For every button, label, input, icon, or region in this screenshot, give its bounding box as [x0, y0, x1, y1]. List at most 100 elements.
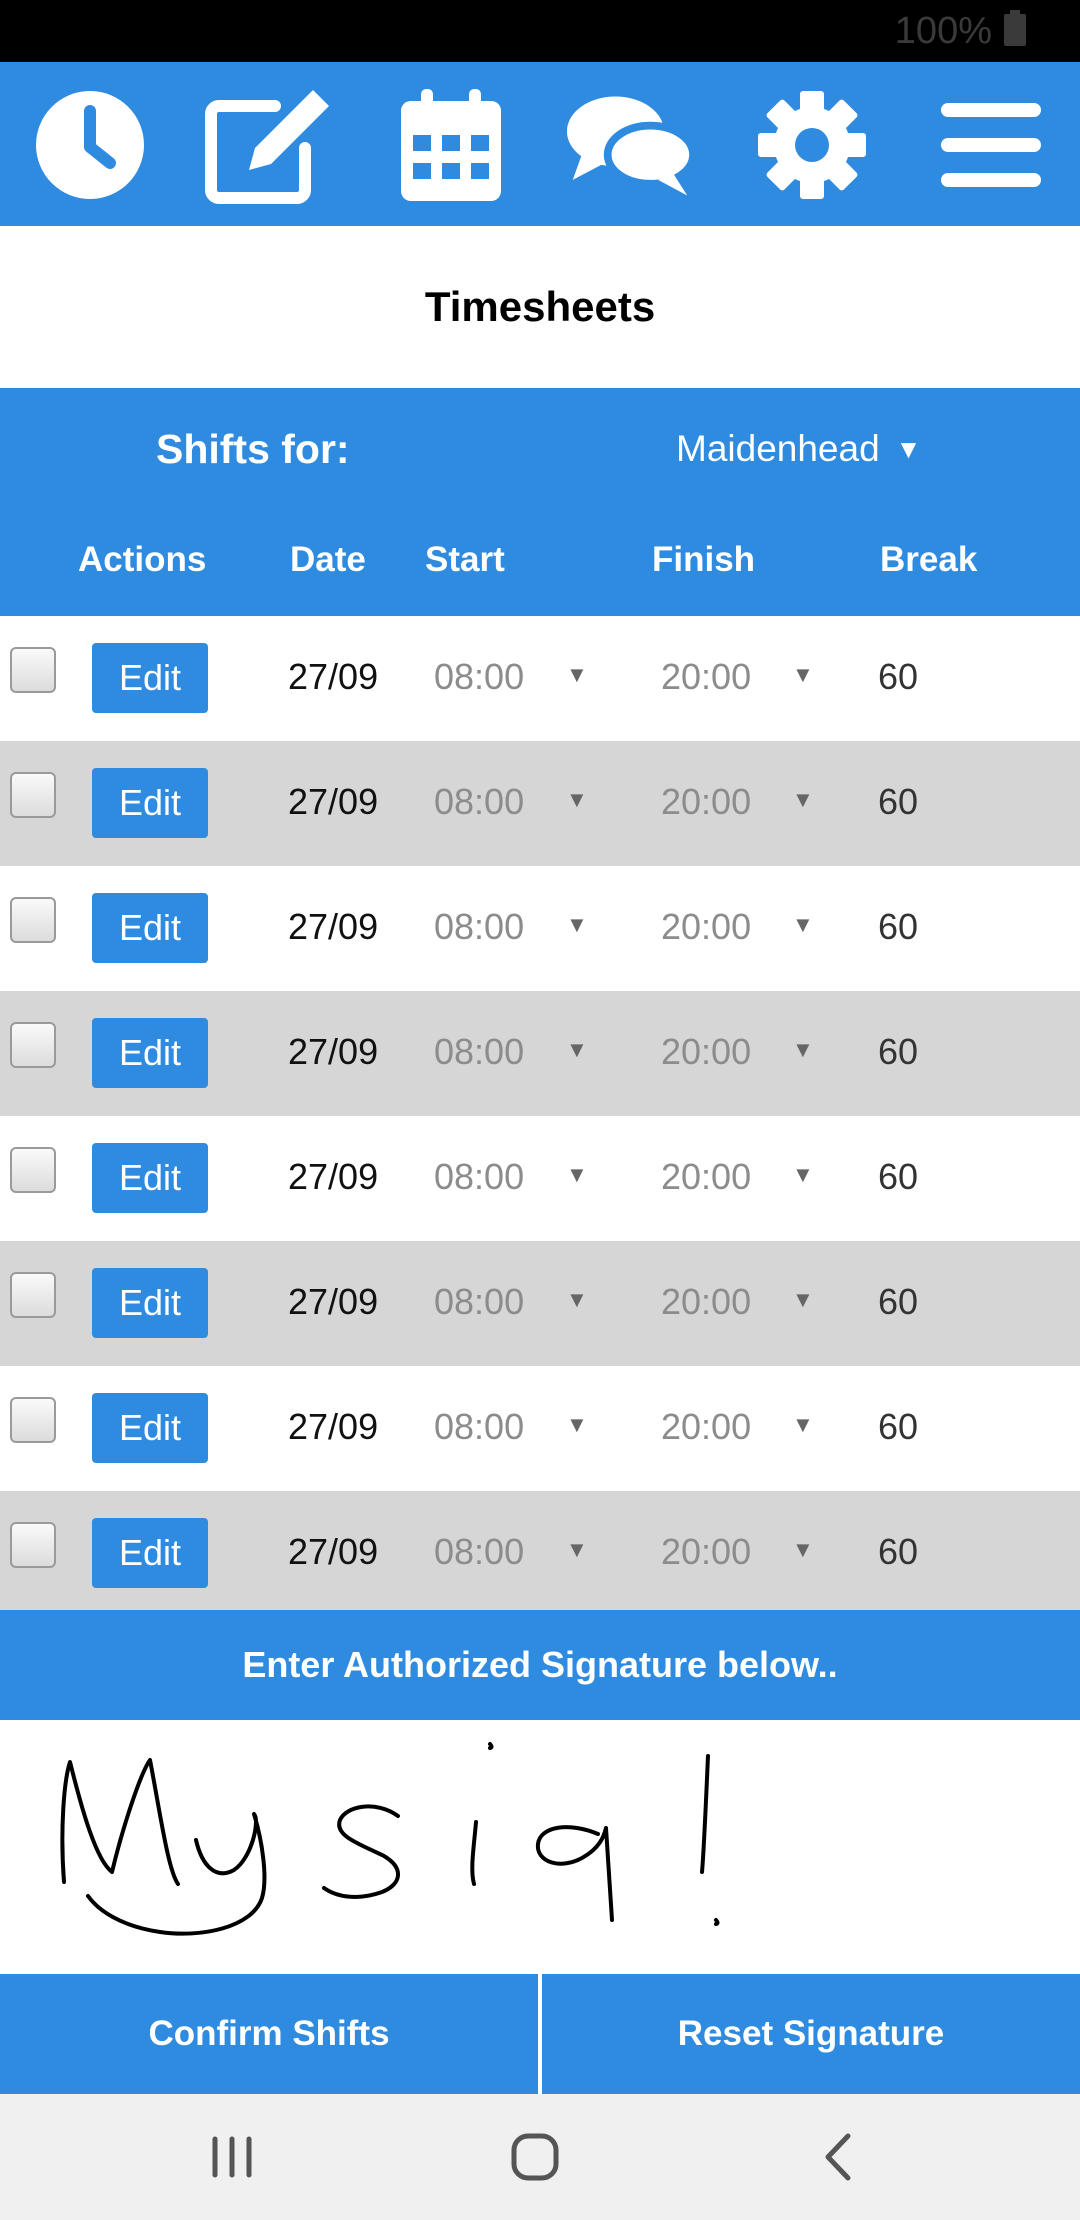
chevron-down-icon[interactable]: ▼ [566, 912, 588, 938]
menu-icon[interactable] [926, 80, 1056, 210]
edit-button[interactable]: Edit [92, 768, 208, 838]
page-title: Timesheets [424, 283, 656, 330]
start-time-select[interactable]: 08:00 [434, 1406, 524, 1448]
chevron-down-icon[interactable]: ▼ [566, 1412, 588, 1438]
shift-date: 27/09 [288, 906, 379, 947]
edit-button[interactable]: Edit [92, 1018, 208, 1088]
edit-button[interactable]: Edit [92, 1393, 208, 1463]
edit-button[interactable]: Edit [92, 1268, 208, 1338]
chevron-down-icon[interactable]: ▼ [792, 912, 814, 938]
signature-pad[interactable] [0, 1720, 1080, 1974]
home-icon[interactable] [495, 2124, 575, 2190]
edit-note-icon[interactable] [205, 80, 335, 210]
table-row: Edit 27/09 08:00 ▼ 20:00 ▼ 60 [0, 1116, 1080, 1241]
row-checkbox[interactable] [10, 1147, 56, 1193]
chevron-down-icon[interactable]: ▼ [792, 1162, 814, 1188]
break-minutes: 60 [878, 656, 919, 697]
edit-button[interactable]: Edit [92, 1518, 208, 1588]
back-icon[interactable] [798, 2124, 878, 2190]
edit-button[interactable]: Edit [92, 1143, 208, 1213]
edit-button[interactable]: Edit [92, 643, 208, 713]
row-checkbox[interactable] [10, 1272, 56, 1318]
location-select[interactable]: Maidenhead ▼ [676, 428, 921, 470]
recent-apps-icon[interactable] [192, 2124, 272, 2190]
row-checkbox[interactable] [10, 1522, 56, 1568]
clock-icon[interactable] [25, 80, 155, 210]
calendar-icon[interactable] [386, 80, 516, 210]
chevron-down-icon[interactable]: ▼ [792, 1537, 814, 1563]
start-time-select[interactable]: 08:00 [434, 1281, 524, 1323]
shift-date: 27/09 [288, 1531, 379, 1572]
finish-time-select[interactable]: 20:00 [661, 1031, 751, 1073]
chevron-down-icon[interactable]: ▼ [566, 1537, 588, 1563]
shifts-table: Edit 27/09 08:00 ▼ 20:00 ▼ 60 Edit 27/09… [0, 616, 1080, 1616]
chevron-down-icon[interactable]: ▼ [792, 1412, 814, 1438]
chevron-down-icon[interactable]: ▼ [566, 662, 588, 688]
table-row: Edit 27/09 08:00 ▼ 20:00 ▼ 60 [0, 1366, 1080, 1491]
table-row: Edit 27/09 08:00 ▼ 20:00 ▼ 60 [0, 991, 1080, 1116]
chevron-down-icon: ▼ [895, 433, 922, 464]
shifts-for-label: Shifts for: [156, 426, 350, 472]
shift-date: 27/09 [288, 1156, 379, 1197]
break-minutes: 60 [878, 906, 919, 947]
table-row: Edit 27/09 08:00 ▼ 20:00 ▼ 60 [0, 1491, 1080, 1616]
row-checkbox[interactable] [10, 1397, 56, 1443]
finish-time-select[interactable]: 20:00 [661, 656, 751, 698]
row-checkbox[interactable] [10, 1022, 56, 1068]
edit-button[interactable]: Edit [92, 893, 208, 963]
table-row: Edit 27/09 08:00 ▼ 20:00 ▼ 60 [0, 866, 1080, 991]
location-select-value: Maidenhead [676, 428, 880, 469]
finish-time-select[interactable]: 20:00 [661, 1156, 751, 1198]
shift-date: 27/09 [288, 1281, 379, 1322]
battery-percentage: 100% [894, 10, 992, 52]
column-header-actions: Actions [78, 540, 207, 579]
break-minutes: 60 [878, 1531, 919, 1572]
start-time-select[interactable]: 08:00 [434, 1531, 524, 1573]
chevron-down-icon[interactable]: ▼ [792, 1287, 814, 1313]
column-header-break: Break [880, 540, 978, 579]
chevron-down-icon[interactable]: ▼ [566, 1162, 588, 1188]
shifts-header: Shifts for: Maidenhead ▼ Actions Date St… [0, 388, 1080, 616]
chat-icon[interactable] [565, 80, 695, 210]
row-checkbox[interactable] [10, 897, 56, 943]
handwritten-signature [60, 1742, 720, 1936]
break-minutes: 60 [878, 1156, 919, 1197]
chevron-down-icon[interactable]: ▼ [566, 787, 588, 813]
table-row: Edit 27/09 08:00 ▼ 20:00 ▼ 60 [0, 741, 1080, 866]
finish-time-select[interactable]: 20:00 [661, 906, 751, 948]
column-header-date: Date [290, 540, 366, 579]
table-row: Edit 27/09 08:00 ▼ 20:00 ▼ 60 [0, 1241, 1080, 1366]
column-header-start: Start [425, 540, 505, 579]
finish-time-select[interactable]: 20:00 [661, 1531, 751, 1573]
start-time-select[interactable]: 08:00 [434, 1156, 524, 1198]
top-nav-bar [0, 62, 1080, 226]
finish-time-select[interactable]: 20:00 [661, 1281, 751, 1323]
start-time-select[interactable]: 08:00 [434, 781, 524, 823]
chevron-down-icon[interactable]: ▼ [566, 1287, 588, 1313]
table-row: Edit 27/09 08:00 ▼ 20:00 ▼ 60 [0, 616, 1080, 741]
break-minutes: 60 [878, 1281, 919, 1322]
finish-time-select[interactable]: 20:00 [661, 1406, 751, 1448]
start-time-select[interactable]: 08:00 [434, 656, 524, 698]
break-minutes: 60 [878, 1031, 919, 1072]
break-minutes: 60 [878, 781, 919, 822]
reset-signature-button[interactable]: Reset Signature [542, 1974, 1080, 2094]
start-time-select[interactable]: 08:00 [434, 906, 524, 948]
finish-time-select[interactable]: 20:00 [661, 781, 751, 823]
confirm-shifts-button[interactable]: Confirm Shifts [0, 1974, 538, 2094]
row-checkbox[interactable] [10, 772, 56, 818]
row-checkbox[interactable] [10, 647, 56, 693]
column-header-finish: Finish [652, 540, 756, 579]
chevron-down-icon[interactable]: ▼ [792, 787, 814, 813]
chevron-down-icon[interactable]: ▼ [792, 1037, 814, 1063]
chevron-down-icon[interactable]: ▼ [566, 1037, 588, 1063]
shift-date: 27/09 [288, 1406, 379, 1447]
shift-date: 27/09 [288, 1031, 379, 1072]
gear-icon[interactable] [747, 80, 877, 210]
status-bar: 100% [0, 0, 1080, 62]
start-time-select[interactable]: 08:00 [434, 1031, 524, 1073]
page-header: Timesheets [0, 226, 1080, 388]
battery-icon [1004, 10, 1026, 46]
chevron-down-icon[interactable]: ▼ [792, 662, 814, 688]
bottom-actions: Confirm Shifts Reset Signature [0, 1974, 1080, 2094]
